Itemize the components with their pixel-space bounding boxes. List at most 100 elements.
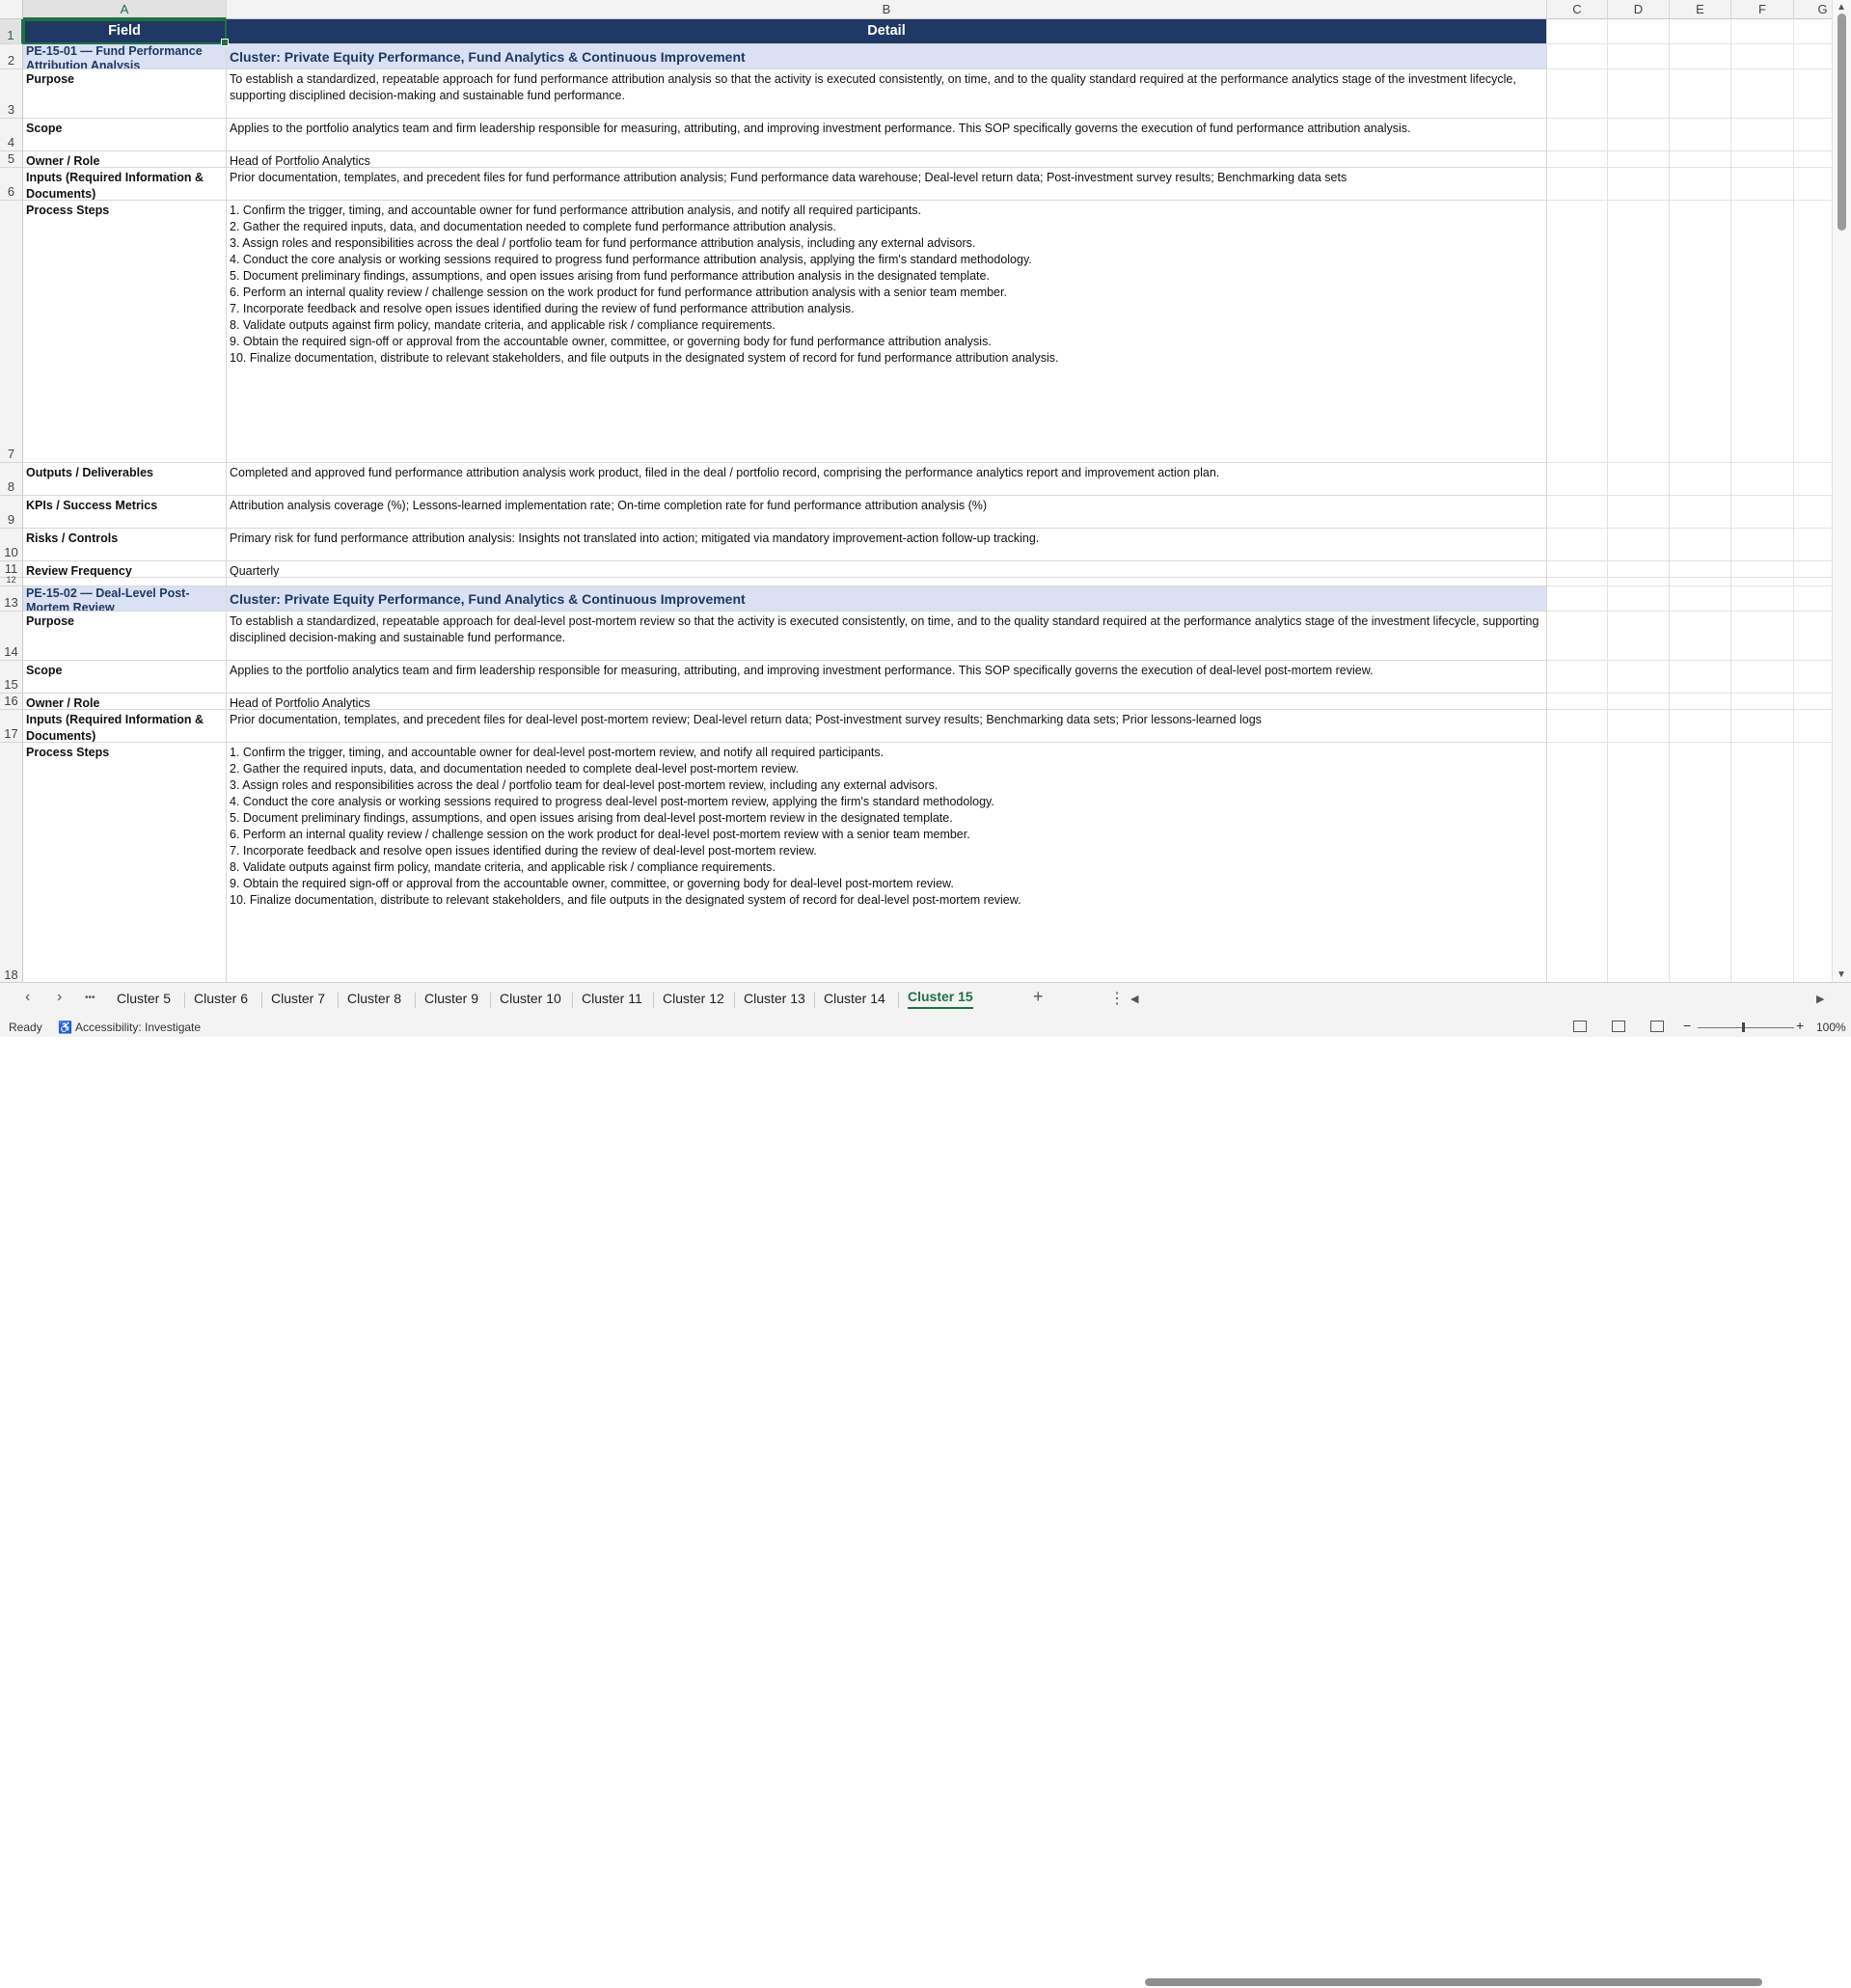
empty-cell[interactable] <box>1547 168 1608 201</box>
empty-cell[interactable] <box>1670 496 1731 529</box>
column-header[interactable]: D <box>1608 0 1670 19</box>
prev-sheet-icon[interactable]: ‹ <box>25 989 30 1006</box>
empty-cell[interactable] <box>1670 201 1731 463</box>
empty-cell[interactable] <box>1547 201 1608 463</box>
horizontal-scroll-thumb[interactable] <box>1145 1978 1762 1986</box>
empty-cell[interactable] <box>1794 44 1833 69</box>
row-header[interactable]: 12 <box>0 575 23 586</box>
empty-cell[interactable] <box>1547 661 1608 694</box>
empty-cell[interactable] <box>1794 119 1833 151</box>
empty-cell[interactable] <box>1547 694 1608 710</box>
empty-cell[interactable] <box>1547 463 1608 496</box>
field-cell[interactable]: Purpose <box>23 612 227 661</box>
empty-cell[interactable] <box>1547 586 1608 612</box>
select-all-corner[interactable] <box>0 0 23 19</box>
detail-cell[interactable]: To establish a standardized, repeatable … <box>227 612 1547 661</box>
empty-cell[interactable] <box>227 578 1547 586</box>
detail-cell[interactable]: To establish a standardized, repeatable … <box>227 69 1547 119</box>
empty-cell[interactable] <box>1547 496 1608 529</box>
detail-cell[interactable]: 1. Confirm the trigger, timing, and acco… <box>227 201 1547 463</box>
empty-cell[interactable] <box>1731 612 1794 661</box>
empty-cell[interactable] <box>1731 151 1794 168</box>
scroll-up-icon[interactable]: ▲ <box>1837 2 1846 13</box>
empty-cell[interactable] <box>1670 710 1731 743</box>
empty-cell[interactable] <box>1547 119 1608 151</box>
row-header[interactable]: 16 <box>0 694 23 710</box>
zoom-slider-thumb[interactable] <box>1742 1022 1745 1032</box>
row-header[interactable]: 7 <box>0 201 23 463</box>
empty-cell[interactable] <box>1670 561 1731 578</box>
empty-cell[interactable] <box>1670 44 1731 69</box>
empty-cell[interactable] <box>1547 44 1608 69</box>
sheet-tab[interactable]: Cluster 6 <box>194 991 248 1006</box>
zoom-slider[interactable] <box>1698 1027 1794 1028</box>
scroll-right-icon[interactable]: ▶ <box>1816 993 1824 1005</box>
empty-cell[interactable] <box>1731 743 1794 982</box>
column-header[interactable]: C <box>1547 0 1608 19</box>
empty-cell[interactable] <box>1670 586 1731 612</box>
empty-cell[interactable] <box>1608 463 1670 496</box>
row-header[interactable]: 10 <box>0 529 23 561</box>
empty-cell[interactable] <box>1731 710 1794 743</box>
next-sheet-icon[interactable]: › <box>57 989 62 1006</box>
field-cell[interactable]: Inputs (Required Information & Documents… <box>23 168 227 201</box>
empty-cell[interactable] <box>1731 168 1794 201</box>
empty-cell[interactable] <box>1794 694 1833 710</box>
zoom-out-button[interactable]: − <box>1683 1018 1691 1033</box>
row-header[interactable]: 18 <box>0 743 23 982</box>
empty-cell[interactable] <box>1794 561 1833 578</box>
more-sheets-icon[interactable]: ••• <box>85 993 95 1003</box>
detail-cell[interactable]: Head of Portfolio Analytics <box>227 151 1547 168</box>
detail-cell[interactable]: Primary risk for fund performance attrib… <box>227 529 1547 561</box>
zoom-in-button[interactable]: + <box>1796 1018 1804 1033</box>
row-header[interactable]: 15 <box>0 661 23 694</box>
empty-cell[interactable] <box>1731 463 1794 496</box>
empty-cell[interactable] <box>1547 69 1608 119</box>
sheet-tab[interactable]: Cluster 5 <box>117 991 171 1006</box>
empty-cell[interactable] <box>1794 710 1833 743</box>
row-header[interactable]: 6 <box>0 168 23 201</box>
empty-cell[interactable] <box>1670 19 1731 44</box>
empty-cell[interactable] <box>1670 529 1731 561</box>
empty-cell[interactable] <box>1794 586 1833 612</box>
empty-cell[interactable] <box>1731 69 1794 119</box>
detail-cell[interactable]: Quarterly <box>227 561 1547 578</box>
sheet-tab[interactable]: Cluster 7 <box>271 991 325 1006</box>
empty-cell[interactable] <box>1794 201 1833 463</box>
detail-cell[interactable]: Completed and approved fund performance … <box>227 463 1547 496</box>
empty-cell[interactable] <box>1608 578 1670 586</box>
normal-view-icon[interactable] <box>1573 1021 1587 1032</box>
sheet-tab[interactable]: Cluster 12 <box>663 991 724 1006</box>
empty-cell[interactable] <box>1794 168 1833 201</box>
empty-cell[interactable] <box>1608 44 1670 69</box>
empty-cell[interactable] <box>1731 561 1794 578</box>
empty-cell[interactable] <box>1794 578 1833 586</box>
field-cell[interactable]: Owner / Role <box>23 151 227 168</box>
empty-cell[interactable] <box>1731 44 1794 69</box>
field-cell[interactable]: Review Frequency <box>23 561 227 578</box>
empty-cell[interactable] <box>1608 529 1670 561</box>
empty-cell[interactable] <box>1547 529 1608 561</box>
sop-id-cell[interactable]: PE-15-02 — Deal-Level Post-Mortem Review <box>23 586 227 612</box>
empty-cell[interactable] <box>1608 119 1670 151</box>
empty-cell[interactable] <box>1794 151 1833 168</box>
empty-cell[interactable] <box>1608 743 1670 982</box>
empty-cell[interactable] <box>1608 612 1670 661</box>
row-header[interactable]: 5 <box>0 151 23 168</box>
spreadsheet-grid[interactable]: A B C D E F G 1 Field Detail 2 PE-15-01 — Fund Perf… <box>0 0 1833 982</box>
detail-cell[interactable]: 1. Confirm the trigger, timing, and acco… <box>227 743 1547 982</box>
empty-cell[interactable] <box>1731 661 1794 694</box>
empty-cell[interactable] <box>1731 586 1794 612</box>
empty-cell[interactable] <box>1670 463 1731 496</box>
empty-cell[interactable] <box>1670 119 1731 151</box>
empty-cell[interactable] <box>1670 694 1731 710</box>
row-header[interactable]: 1 <box>0 19 23 44</box>
cluster-title-cell[interactable]: Cluster: Private Equity Performance, Fun… <box>227 586 1547 612</box>
column-header[interactable]: G <box>1794 0 1833 19</box>
empty-cell[interactable] <box>1608 69 1670 119</box>
empty-cell[interactable] <box>1608 151 1670 168</box>
detail-cell[interactable]: Applies to the portfolio analytics team … <box>227 661 1547 694</box>
detail-cell[interactable]: Head of Portfolio Analytics <box>227 694 1547 710</box>
add-sheet-button[interactable]: + <box>1033 987 1044 1007</box>
field-cell[interactable]: Owner / Role <box>23 694 227 710</box>
